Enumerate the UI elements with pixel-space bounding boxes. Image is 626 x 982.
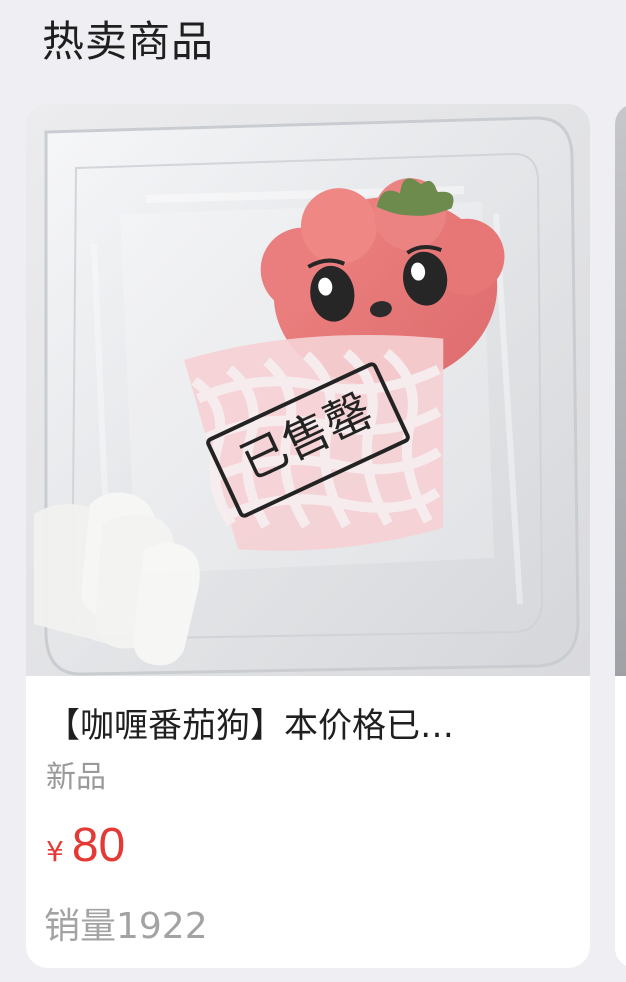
product-image[interactable]: 已售罄 [26, 104, 590, 676]
next-product-card[interactable] [615, 104, 626, 968]
product-title[interactable]: 【咖喱番茄狗】本价格已… [46, 702, 546, 750]
product-tag: 新品 [46, 760, 106, 795]
product-card[interactable]: 已售罄 【咖喱番茄狗】本价格已… 新品 ¥ 80 销量1922 [26, 104, 590, 968]
price-value: 80 [71, 819, 126, 872]
next-product-image[interactable] [615, 104, 626, 676]
price: ¥ 80 [46, 818, 125, 874]
product-photo-icon: 已售罄 [26, 104, 590, 676]
sales-count: 销量1922 [44, 906, 208, 947]
section-title: 热卖商品 [42, 17, 215, 66]
currency-symbol: ¥ [46, 835, 64, 868]
